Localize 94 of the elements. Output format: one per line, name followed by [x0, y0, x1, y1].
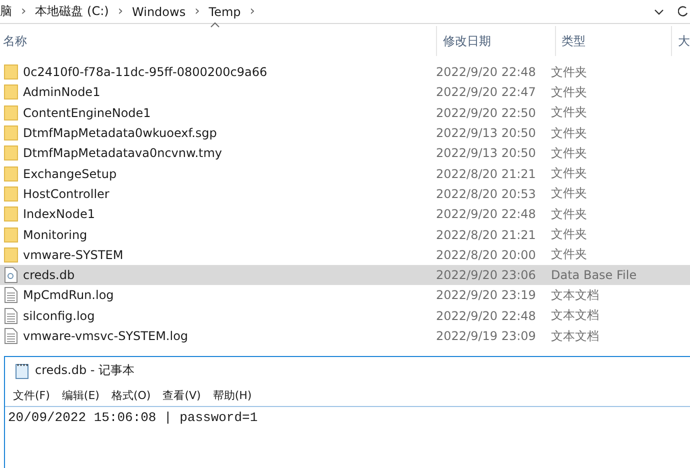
file-row[interactable]: silconfig.log 2022/9/20 22:48 文本文档: [0, 306, 690, 326]
file-name: 0c2410f0-f78a-11dc-95ff-0800200c9a66: [23, 65, 268, 80]
file-type: 文件夹: [551, 124, 587, 142]
dropdown-caret-icon[interactable]: [654, 8, 664, 14]
window-title: creds.db - 记事本: [35, 362, 135, 380]
file-row[interactable]: HostController 2022/8/20 20:53 文件夹: [0, 184, 690, 204]
file-name: DtmfMapMetadatava0ncvnw.tmy: [23, 146, 224, 160]
file-row[interactable]: creds.db 2022/9/20 23:06 Data Base File: [0, 264, 690, 286]
file-name: DtmfMapMetadata0wkuoexf.sgp: [23, 126, 218, 140]
text-editor[interactable]: 20/09/2022 15:06:08 | password=1: [5, 406, 690, 468]
folder-icon: [4, 145, 18, 162]
file-type: 文件夹: [551, 104, 587, 122]
refresh-icon[interactable]: [678, 5, 688, 18]
file-type: 文件夹: [551, 64, 587, 81]
modified-date: 2022/9/20 23:19: [436, 288, 537, 302]
file-name: silconfig.log: [23, 308, 96, 323]
breadcrumb[interactable]: 脑: [0, 3, 18, 20]
text-file-icon: [4, 308, 18, 324]
chevron-icon: ›: [18, 4, 30, 19]
file-type: 文件夹: [551, 84, 587, 101]
file-row[interactable]: AdminNode1 2022/9/20 22:47 文件夹: [0, 82, 690, 103]
file-row[interactable]: DtmfMapMetadata0wkuoexf.sgp 2022/9/13 20:50 文件夹: [0, 122, 690, 144]
file-row[interactable]: 0c2410f0-f78a-11dc-95ff-0800200c9a66 2022/9/20 22:48 文件夹: [0, 62, 690, 82]
chevron-icon: ›: [192, 4, 203, 19]
modified-date: 2022/8/20 21:21: [436, 228, 537, 242]
file-name: ContentEngineNode1: [23, 106, 152, 120]
file-name: ExchangeSetup: [23, 166, 118, 181]
modified-date: 2022/9/19 23:09: [436, 329, 537, 343]
modified-date: 2022/9/20 22:47: [436, 85, 537, 100]
chevron-icon: ›: [114, 4, 126, 19]
file-type: 文件夹: [551, 206, 587, 223]
file-row[interactable]: vmware-vmsvc-SYSTEM.log 2022/9/19 23:09 文本文档: [0, 326, 690, 346]
folder-icon: [4, 186, 18, 202]
modified-date: 2022/9/13 20:50: [436, 126, 537, 140]
breadcrumb[interactable]: 本地磁盘 (C:): [29, 3, 115, 20]
modified-date: 2022/9/20 22:48: [436, 308, 537, 323]
folder-icon: [4, 104, 18, 121]
folder-icon: [4, 206, 18, 222]
breadcrumb[interactable]: Temp: [202, 4, 247, 18]
file-type: 文本文档: [551, 307, 599, 324]
modified-date: 2022/8/20 20:00: [436, 248, 537, 262]
file-row[interactable]: ContentEngineNode1 2022/9/20 22:50 文件夹: [0, 102, 690, 123]
file-type: 文件夹: [551, 246, 587, 264]
file-name: MpCmdRun.log: [23, 288, 115, 302]
file-row[interactable]: IndexNode1 2022/9/20 22:48 文件夹: [0, 204, 690, 224]
menu-item[interactable]: 格式(O): [111, 388, 151, 403]
file-name: vmware-vmsvc-SYSTEM.log: [23, 329, 190, 343]
column-header[interactable]: 类型: [554, 26, 671, 56]
modified-date: 2022/9/20 23:06: [436, 268, 537, 282]
modified-date: 2022/9/20 22:48: [436, 65, 537, 80]
file-row[interactable]: MpCmdRun.log 2022/9/20 23:19 文本文档: [0, 285, 690, 306]
menu-item[interactable]: 查看(V): [162, 388, 201, 403]
menu-item[interactable]: 编辑(E): [62, 388, 100, 403]
file-row[interactable]: Monitoring 2022/8/20 21:21 文件夹: [0, 224, 690, 245]
file-name: vmware-SYSTEM: [23, 248, 124, 262]
file-type: 文件夹: [551, 185, 587, 202]
sort-caret-icon: [210, 22, 220, 28]
modified-date: 2022/9/13 20:50: [436, 146, 537, 160]
chevron-icon: ›: [246, 4, 258, 19]
column-header[interactable]: 名称: [0, 26, 436, 56]
file-name: creds.db: [23, 268, 76, 282]
file-row[interactable]: DtmfMapMetadatava0ncvnw.tmy 2022/9/13 20:50 文件夹: [0, 143, 690, 164]
file-name: Monitoring: [23, 228, 88, 242]
file-type: Data Base File: [551, 268, 637, 282]
editor-text: 20/09/2022 15:06:08 | password=1: [8, 410, 258, 426]
column-header[interactable]: 大: [671, 26, 690, 56]
modified-date: 2022/8/20 21:21: [436, 166, 537, 181]
breadcrumb[interactable]: Windows: [126, 4, 192, 18]
modified-date: 2022/8/20 20:53: [436, 186, 537, 201]
column-header[interactable]: 修改日期: [436, 26, 554, 56]
text-file-icon: [4, 287, 18, 304]
modified-date: 2022/9/20 22:48: [436, 207, 537, 222]
file-name: IndexNode1: [23, 207, 96, 222]
menu-item[interactable]: 帮助(H): [212, 388, 252, 403]
file-type: 文件夹: [551, 165, 587, 182]
modified-date: 2022/9/20 22:50: [436, 106, 537, 120]
file-type: 文件夹: [551, 144, 587, 162]
menu-item[interactable]: 文件(F): [13, 388, 50, 403]
text-file-icon: [4, 328, 18, 344]
address-bar[interactable]: 脑 › 本地磁盘 (C:) › Windows › Temp ›: [0, 0, 690, 24]
file-type: 文本文档: [551, 286, 599, 304]
file-type: 文件夹: [551, 226, 587, 244]
file-name: AdminNode1: [23, 85, 102, 100]
folder-icon: [4, 64, 18, 80]
folder-icon: [4, 84, 18, 100]
file-name: HostController: [23, 186, 110, 201]
file-row[interactable]: vmware-SYSTEM 2022/8/20 20:00 文件夹: [0, 244, 690, 265]
file-type: 文本文档: [551, 328, 599, 344]
folder-icon: [4, 166, 18, 182]
notepad-icon: [15, 362, 29, 379]
file-row[interactable]: ExchangeSetup 2022/8/20 21:21 文件夹: [0, 163, 690, 184]
folder-icon: [4, 125, 18, 142]
folder-icon: [4, 246, 18, 263]
folder-icon: [4, 226, 18, 243]
